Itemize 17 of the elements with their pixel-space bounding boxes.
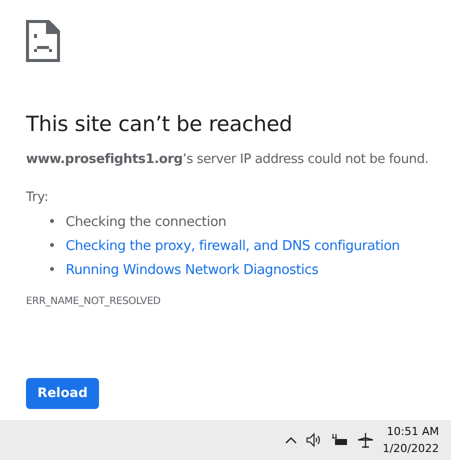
clock-date[interactable]: 1/20/2022 bbox=[382, 440, 439, 457]
suggestion-text: Checking the connection bbox=[66, 213, 226, 232]
sad-page-icon bbox=[26, 20, 60, 62]
try-label: Try: bbox=[26, 189, 49, 207]
airplane-icon[interactable] bbox=[356, 432, 374, 448]
clock-time[interactable]: 10:51 AM bbox=[386, 423, 439, 440]
error-message: www.prosefights1.org’s server IP address could not be found. bbox=[26, 151, 430, 169]
reload-button[interactable]: Reload bbox=[26, 378, 99, 409]
chevron-up-icon[interactable] bbox=[284, 436, 297, 444]
suggestion-link[interactable]: Checking the proxy, firewall, and DNS configuration bbox=[66, 234, 400, 258]
error-code: ERR_NAME_NOT_RESOLVED bbox=[26, 296, 161, 307]
speaker-icon[interactable] bbox=[306, 433, 323, 447]
error-heading: This site can’t be reached bbox=[26, 111, 294, 138]
bullet: • bbox=[48, 213, 56, 232]
bullet: • bbox=[48, 237, 56, 256]
suggestion-link[interactable]: Running Windows Network Diagnostics bbox=[66, 258, 318, 282]
bullet: • bbox=[48, 261, 56, 280]
